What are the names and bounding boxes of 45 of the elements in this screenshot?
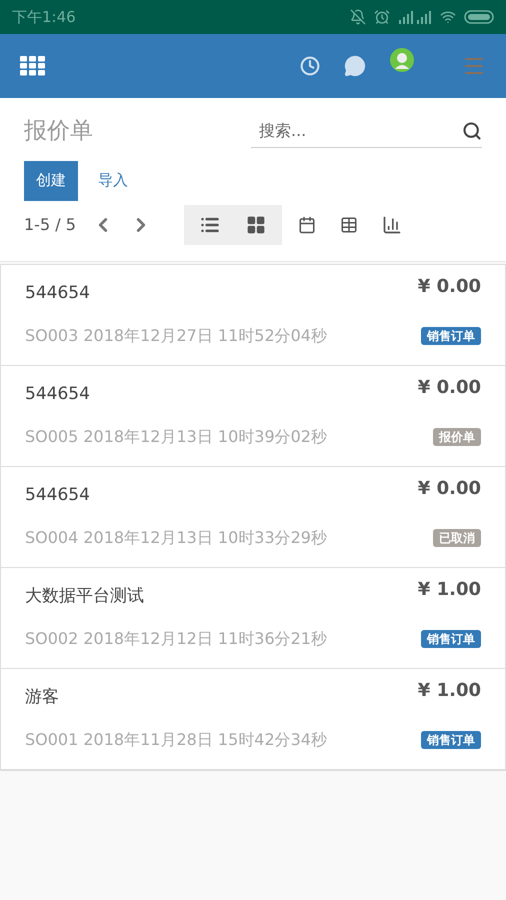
create-button[interactable]: 创建 — [24, 160, 78, 200]
status-tag: 销售订单 — [421, 630, 481, 648]
status-tag: 报价单 — [433, 428, 481, 446]
pager-text: 1-5 / 5 — [24, 214, 77, 236]
customer-name: 544654 — [25, 282, 90, 304]
record-card[interactable]: 大数据平台测试 ¥ 1.00 SO002 2018年12月12日 11时36分21秒 销售订单 — [1, 568, 505, 668]
customer-name: 游客 — [25, 686, 59, 708]
status-tag: 已取消 — [433, 529, 481, 547]
battery-icon — [464, 10, 494, 24]
order-reference: SO003 2018年12月27日 11时52分04秒 — [25, 325, 327, 347]
customer-name: 544654 — [25, 484, 90, 506]
alarm-icon — [374, 9, 390, 25]
order-reference: SO005 2018年12月13日 10时39分02秒 — [25, 426, 327, 448]
status-tag: 销售订单 — [421, 731, 481, 749]
amount-text: ¥ 0.00 — [418, 376, 481, 400]
customer-name: 544654 — [25, 382, 90, 406]
calendar-view-icon[interactable] — [298, 216, 316, 234]
record-card[interactable]: 游客 ¥ 1.00 SO001 2018年11月28日 15时42分34秒 销售订单 — [1, 668, 505, 770]
record-card[interactable]: 544654 ¥ 0.00 SO003 2018年12月27日 11时52分04秒 销售订单 — [1, 264, 505, 366]
record-card[interactable]: 544654 ¥ 0.00 SO005 2018年12月13日 10时39分02秒 报价单 — [1, 366, 505, 466]
apps-grid-icon[interactable] — [20, 56, 45, 76]
signal-icon — [398, 10, 432, 24]
amount-text: ¥ 0.00 — [418, 476, 481, 500]
mute-icon — [350, 9, 366, 25]
wifi-icon — [440, 9, 456, 25]
amount-text: ¥ 1.00 — [418, 678, 481, 702]
chart-view-icon[interactable] — [382, 214, 402, 234]
chat-icon[interactable] — [344, 55, 366, 77]
status-tag: 销售订单 — [421, 327, 481, 345]
avatar-icon[interactable] — [390, 48, 414, 72]
kanban-view-icon[interactable] — [246, 214, 266, 234]
clock-icon[interactable] — [300, 56, 320, 76]
record-card[interactable]: 544654 ¥ 0.00 SO004 2018年12月13日 10时33分29秒 已取消 — [1, 466, 505, 568]
table-view-icon[interactable] — [340, 216, 358, 234]
amount-text: ¥ 1.00 — [418, 578, 481, 602]
page-title: 报价单 — [24, 117, 93, 146]
order-reference: SO002 2018年12月12日 11时36分21秒 — [25, 628, 327, 650]
search-field[interactable]: 搜索... — [259, 118, 462, 143]
search-icon[interactable] — [462, 120, 482, 141]
customer-name: 大数据平台测试 — [25, 584, 144, 608]
import-link[interactable]: 导入 — [86, 160, 140, 200]
amount-text: ¥ 0.00 — [418, 274, 481, 298]
order-reference: SO001 2018年11月28日 15时42分34秒 — [25, 729, 327, 751]
status-time: 下午1:46 — [12, 6, 76, 28]
order-reference: SO004 2018年12月13日 10时33分29秒 — [25, 527, 327, 549]
